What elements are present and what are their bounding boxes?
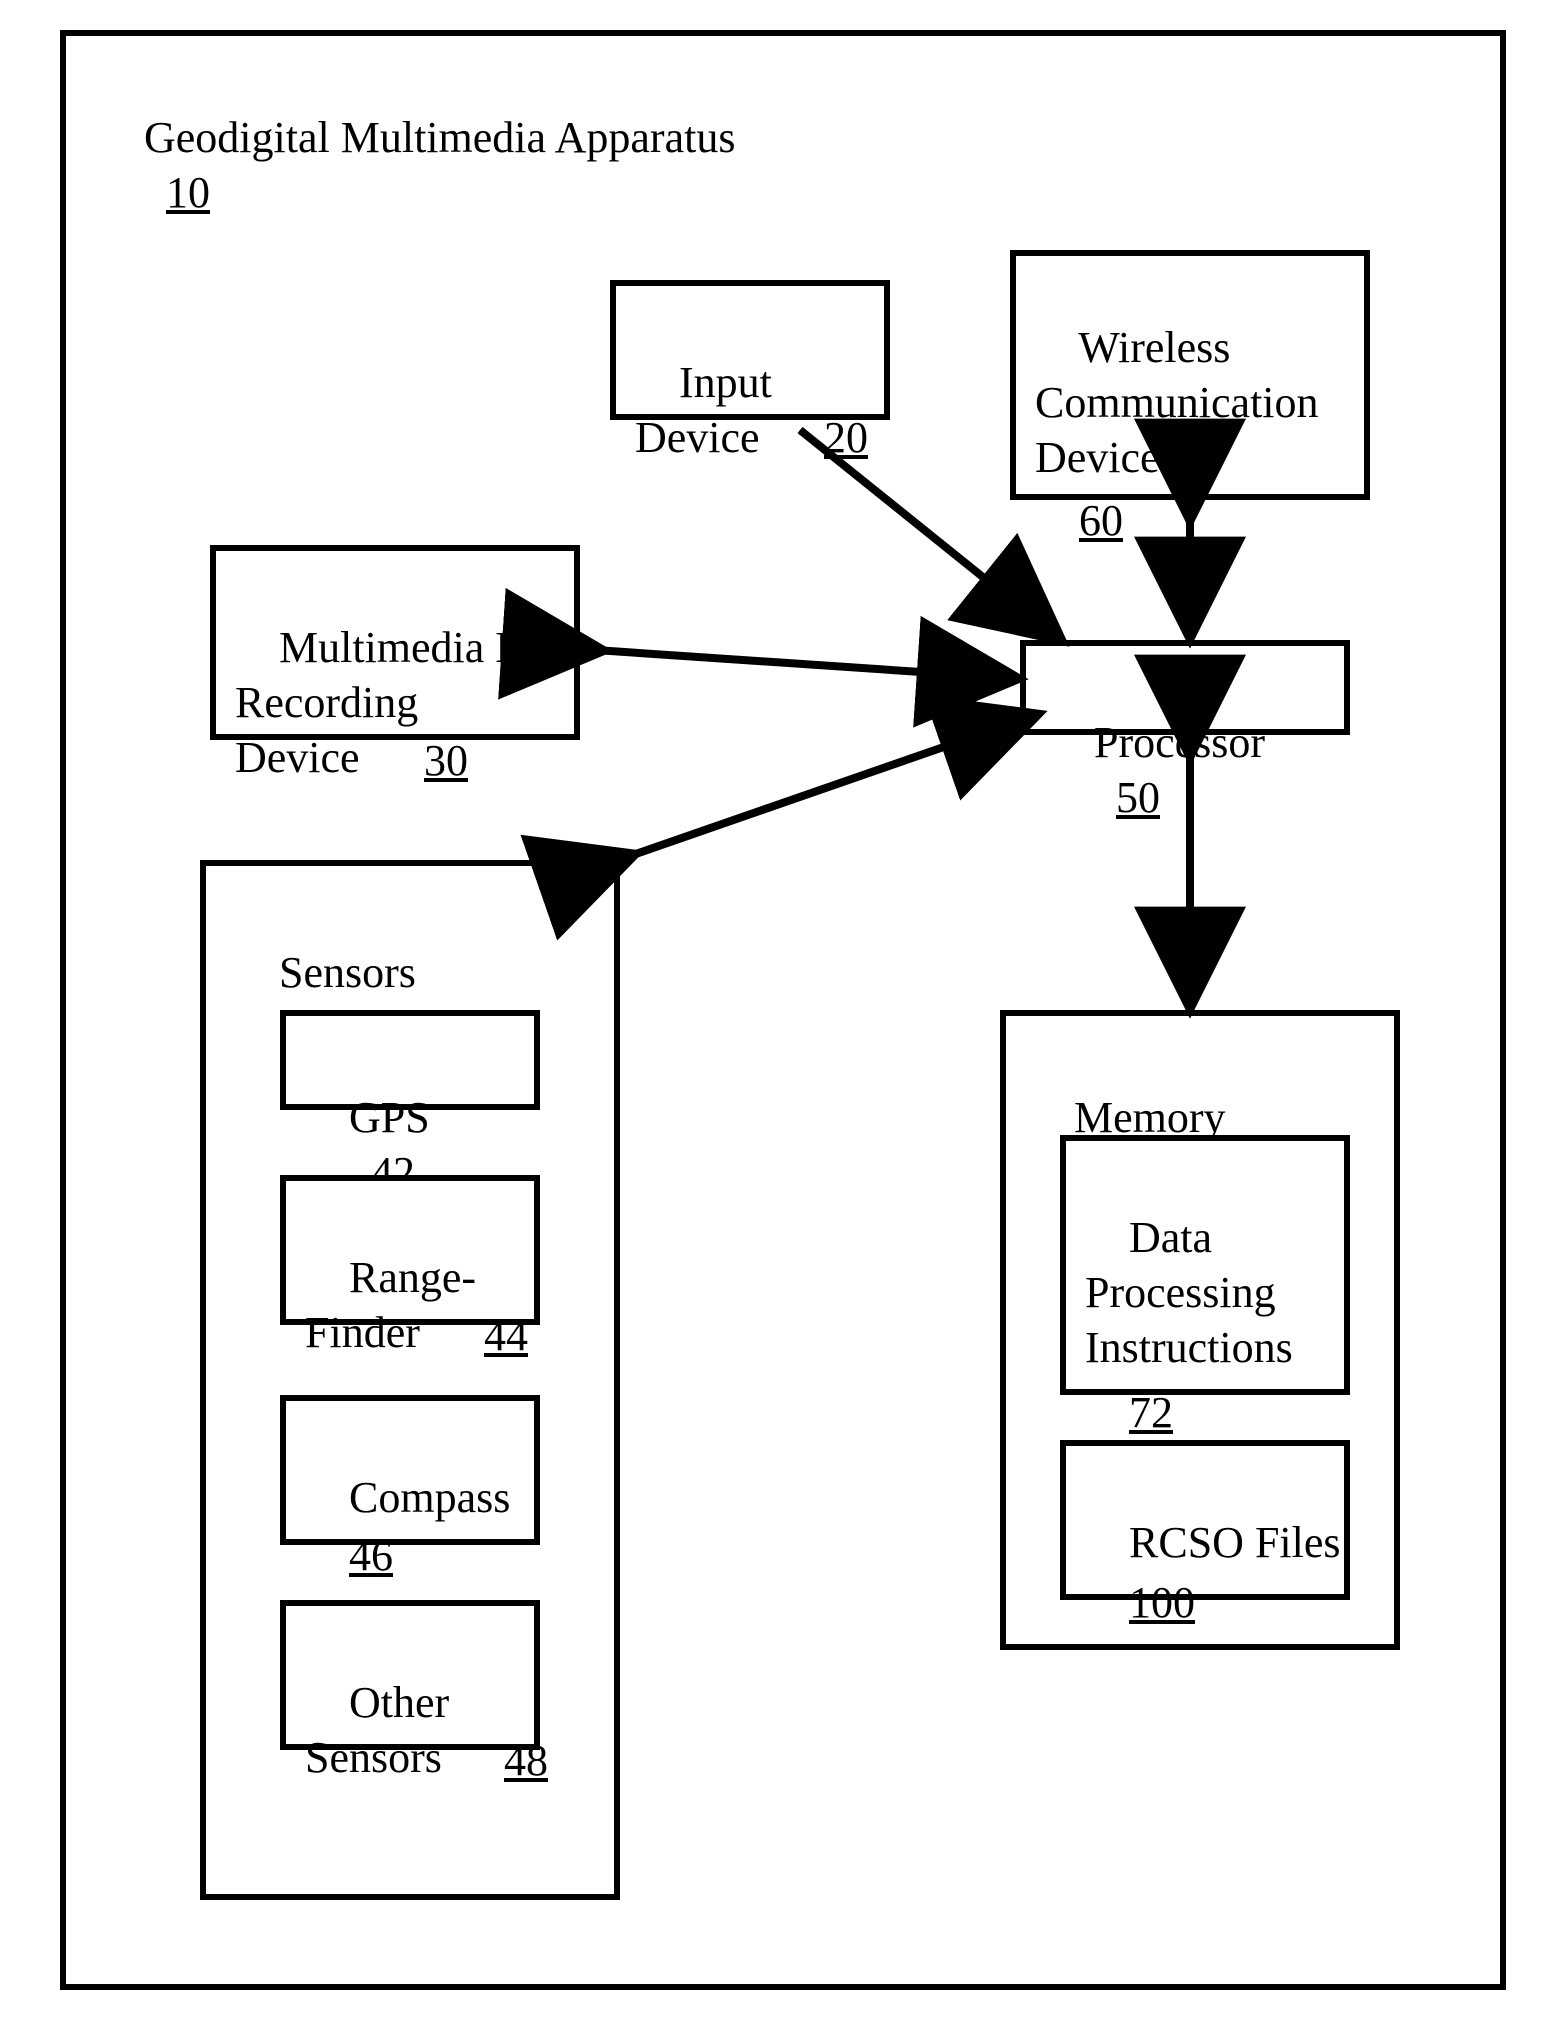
apparatus-title-ref: 10	[166, 168, 210, 217]
input-device-ref: 20	[780, 355, 868, 520]
processor-label: Processor 50	[1050, 660, 1265, 880]
apparatus-title: Geodigital Multimedia Apparatus 10	[100, 55, 735, 275]
input-device-label: Input Device	[635, 300, 772, 520]
other-sensors-ref: 48	[460, 1678, 548, 1843]
multimedia-ref: 30	[380, 678, 468, 843]
rcso-ref: 100	[1085, 1520, 1195, 1685]
other-sensors-label: Other Sensors	[305, 1620, 449, 1840]
apparatus-title-text: Geodigital Multimedia Apparatus	[144, 113, 735, 162]
wireless-ref: 60	[1035, 438, 1123, 603]
processor-ref: 50	[1116, 773, 1160, 822]
diagram-root: Geodigital Multimedia Apparatus 10 Input…	[0, 0, 1566, 2028]
range-finder-ref: 44	[440, 1253, 528, 1418]
